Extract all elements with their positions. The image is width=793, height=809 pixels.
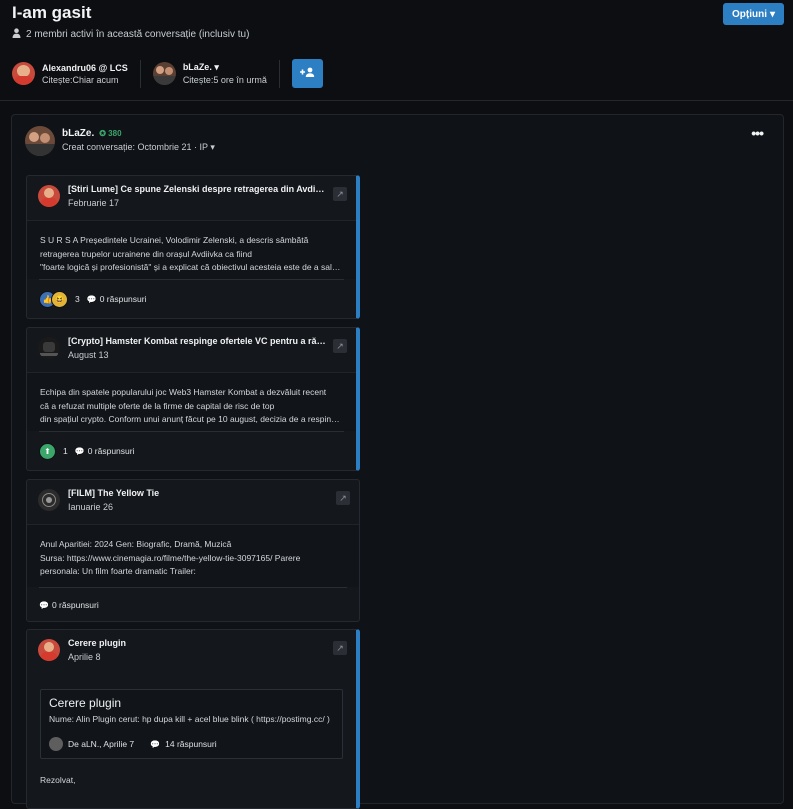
participant-blaze[interactable]: bLaZe. ▾ Citește:5 ore în urmă bbox=[152, 62, 267, 85]
embed-date: Aprilie 8 bbox=[68, 652, 101, 662]
embed-footer: ⬆ 1 💬 0 răspunsuri bbox=[39, 431, 344, 470]
avatar bbox=[38, 337, 60, 359]
quote-footer: De aLN., Aprilie 7 💬 14 răspunsuri bbox=[49, 737, 217, 751]
embed-body: S U R S A Președintele Ucrainei, Volodim… bbox=[27, 221, 356, 279]
participant-name[interactable]: bLaZe. ▾ bbox=[183, 62, 267, 73]
reaction-count: 3 bbox=[75, 294, 80, 304]
quote-text: Nume: Alin Plugin cerut: hp dupa kill + … bbox=[49, 714, 330, 724]
divider bbox=[139, 59, 141, 88]
comments-count[interactable]: 💬 0 răspunsuri bbox=[39, 600, 99, 610]
comments-text[interactable]: 14 răspunsuri bbox=[165, 739, 217, 749]
participant-name-text: bLaZe. bbox=[182, 62, 212, 72]
embed-card[interactable]: [Crypto] Hamster Kombat respinge ofertel… bbox=[26, 327, 360, 471]
avatar[interactable] bbox=[12, 62, 35, 85]
embed-line: S U R S A Președintele Ucrainei, Volodim… bbox=[40, 235, 309, 245]
embed-footer: 👍 😆 3 💬 0 răspunsuri bbox=[39, 279, 344, 318]
embed-header: [Stiri Lume] Ce spune Zelenski despre re… bbox=[27, 176, 356, 221]
members-info: 2 membri activi în această conversație (… bbox=[12, 28, 249, 41]
header-divider bbox=[0, 100, 793, 101]
embed-card[interactable]: [FILM] The Yellow Tie Ianuarie 26 ↗ Anul… bbox=[26, 479, 360, 622]
embed-body: Echipa din spatele popularului joc Web3 … bbox=[27, 373, 356, 431]
quoted-embed[interactable]: Cerere plugin Nume: Alin Plugin cerut: h… bbox=[40, 689, 343, 759]
open-link-icon[interactable]: ↗ bbox=[336, 491, 350, 505]
comment-icon: 💬 bbox=[74, 446, 85, 456]
embed-line: "foarte logică și profesionistă" și a ex… bbox=[40, 262, 342, 272]
reputation-badge: ✪ 380 bbox=[99, 129, 121, 138]
options-label: Opțiuni bbox=[731, 8, 767, 20]
reactions[interactable]: ⬆ bbox=[39, 442, 56, 460]
embed-date: Ianuarie 26 bbox=[68, 502, 114, 512]
more-options-icon[interactable]: ••• bbox=[751, 125, 764, 141]
avatar bbox=[49, 737, 63, 751]
embed-line: retragerea trupelor ucrainene din orașul… bbox=[40, 248, 252, 259]
quote-title[interactable]: Cerere plugin bbox=[49, 696, 121, 710]
embed-card[interactable]: Cerere plugin Aprilie 8 ↗ Cerere plugin … bbox=[26, 629, 360, 809]
reputation-icon: ✪ bbox=[99, 129, 106, 138]
avatar bbox=[38, 185, 60, 207]
embed-title[interactable]: Cerere plugin bbox=[68, 638, 326, 648]
divider bbox=[278, 59, 280, 88]
comments-count[interactable]: 💬 0 răspunsuri bbox=[87, 294, 147, 304]
message-post: bLaZe. ✪ 380 Creat conversație: Octombri… bbox=[11, 114, 784, 809]
post-author: bLaZe. ✪ 380 bbox=[62, 128, 122, 139]
options-button[interactable]: Opțiuni ▾ bbox=[723, 3, 784, 25]
upvote-reaction-icon: ⬆ bbox=[39, 442, 56, 460]
page-title: I-am gasit bbox=[12, 3, 92, 22]
participant-read-status: Citește:5 ore în urmă bbox=[182, 75, 267, 85]
user-icon bbox=[12, 28, 21, 41]
comment-icon: 💬 bbox=[86, 294, 97, 304]
add-participant-button[interactable] bbox=[291, 59, 323, 88]
participant-alexandru[interactable]: Alexandru06 @ LCS Citește:Chiar acum bbox=[12, 62, 128, 85]
embed-card[interactable]: [Stiri Lume] Ce spune Zelenski despre re… bbox=[26, 175, 360, 319]
embed-line: Echipa din spatele popularului joc Web3 … bbox=[40, 387, 327, 397]
embed-line: personala: Un film foarte dramatic Trail… bbox=[40, 566, 196, 576]
embed-date: Februarie 17 bbox=[68, 198, 120, 208]
post-meta: Creat conversație: Octombrie 21 · IP ▾ bbox=[62, 142, 215, 153]
members-text: 2 membri activi în această conversație (… bbox=[26, 29, 250, 40]
add-user-icon bbox=[299, 67, 315, 80]
embed-title[interactable]: [Stiri Lume] Ce spune Zelenski despre re… bbox=[68, 184, 326, 194]
comments-text: 0 răspunsuri bbox=[51, 600, 99, 610]
embed-footer: 💬 0 răspunsuri bbox=[39, 587, 347, 621]
embed-line: că a refuzat multiple oferte de la firme… bbox=[40, 400, 275, 411]
reputation-value: 380 bbox=[108, 129, 122, 138]
embed-title[interactable]: [Crypto] Hamster Kombat respinge ofertel… bbox=[68, 336, 326, 346]
embed-header: [FILM] The Yellow Tie Ianuarie 26 ↗ bbox=[27, 480, 359, 525]
comment-icon: 💬 bbox=[150, 739, 161, 749]
haha-reaction-icon: 😆 bbox=[51, 290, 68, 308]
open-link-icon[interactable]: ↗ bbox=[333, 339, 347, 353]
embed-header: Cerere plugin Aprilie 8 ↗ bbox=[27, 630, 356, 674]
caret-down-icon[interactable]: ▾ bbox=[210, 142, 215, 152]
post-created: Creat conversație: Octombrie 21 · IP bbox=[62, 142, 208, 152]
comments-text: 0 răspunsuri bbox=[99, 294, 147, 304]
embed-title[interactable]: [FILM] The Yellow Tie bbox=[68, 488, 326, 498]
open-link-icon[interactable]: ↗ bbox=[333, 187, 347, 201]
embed-tail-text: Rezolvat, bbox=[40, 775, 76, 785]
avatar bbox=[38, 639, 60, 661]
embed-line: din spațiul crypto. Conform unui anunț f… bbox=[40, 414, 342, 424]
comments-text: 0 răspunsuri bbox=[87, 446, 135, 456]
author-name[interactable]: bLaZe. bbox=[62, 128, 94, 139]
participant-read-status: Citește:Chiar acum bbox=[42, 74, 119, 85]
open-link-icon[interactable]: ↗ bbox=[333, 641, 347, 655]
comment-icon: 💬 bbox=[39, 600, 49, 610]
quote-author: De aLN., Aprilie 7 bbox=[68, 739, 135, 749]
embed-line: Sursa: https://www.cinemagia.ro/filme/th… bbox=[40, 552, 301, 563]
avatar bbox=[38, 489, 60, 511]
author-avatar[interactable] bbox=[25, 126, 55, 156]
avatar[interactable] bbox=[152, 62, 176, 85]
embed-body: Anul Aparitiei: 2024 Gen: Biografic, Dra… bbox=[27, 525, 359, 587]
comments-count[interactable]: 💬 0 răspunsuri bbox=[75, 446, 135, 456]
participant-name[interactable]: Alexandru06 @ LCS bbox=[42, 63, 128, 73]
caret-down-icon: ▾ bbox=[769, 8, 776, 20]
embed-line: Anul Aparitiei: 2024 Gen: Biografic, Dra… bbox=[40, 539, 232, 549]
embed-header: [Crypto] Hamster Kombat respinge ofertel… bbox=[27, 328, 356, 373]
reaction-count: 1 bbox=[63, 446, 68, 456]
reactions[interactable]: 👍 😆 bbox=[39, 290, 68, 308]
participants-bar: Alexandru06 @ LCS Citește:Chiar acum bLa… bbox=[12, 59, 323, 88]
caret-down-icon[interactable]: ▾ bbox=[214, 62, 219, 72]
embed-date: August 13 bbox=[68, 350, 109, 360]
